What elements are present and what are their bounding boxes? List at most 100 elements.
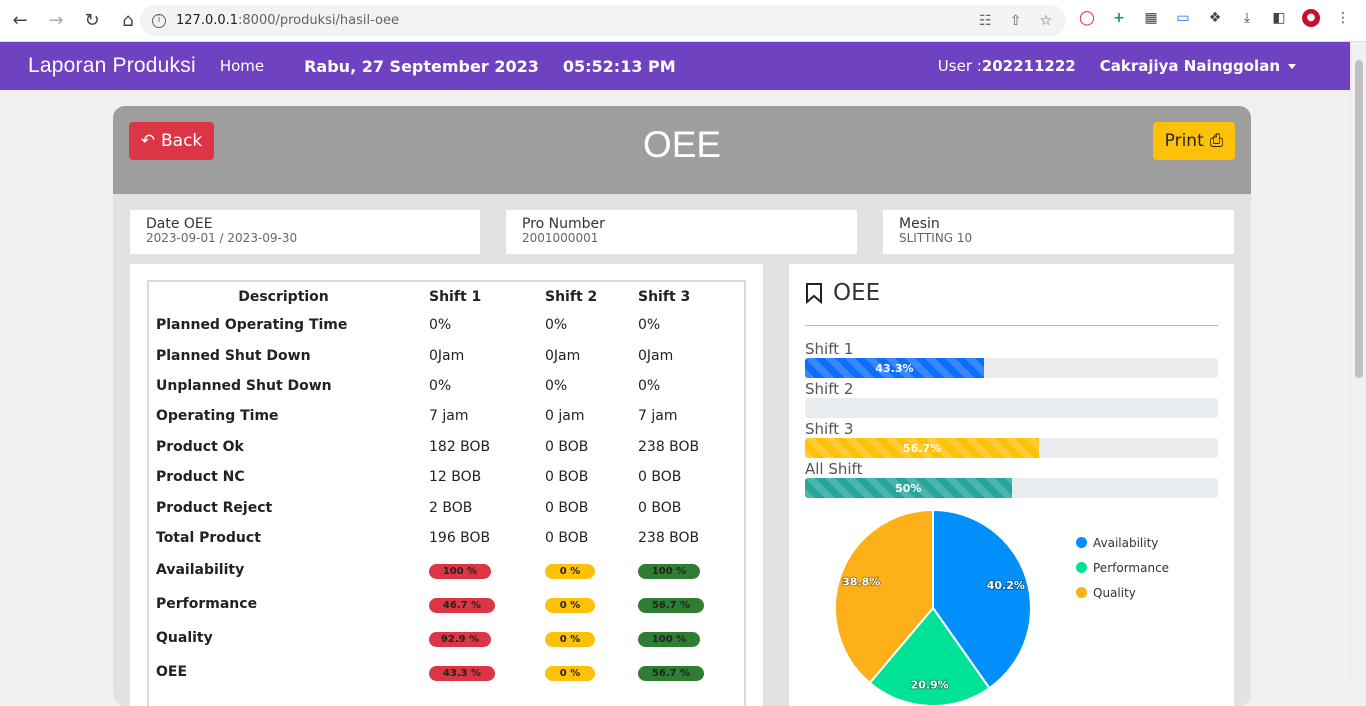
table-row: Quality 92.9 % 0 % 100 % xyxy=(156,621,748,655)
cell-value: 182 BOB xyxy=(429,438,491,455)
user-menu-toggle[interactable]: Cakrajiya Nainggolan xyxy=(1100,57,1296,75)
user-name: Cakrajiya Nainggolan xyxy=(1099,57,1280,75)
row-label: Availability xyxy=(156,562,245,579)
cell-value: 0% xyxy=(638,377,661,394)
pie-data-label: 20.9% xyxy=(911,678,949,691)
table-row: Planned Operating Time 0% 0% 0% xyxy=(156,310,748,340)
cell-value: 238 BOB xyxy=(638,529,700,546)
pro-number-value: 2001000001 xyxy=(522,231,599,245)
legend-marker xyxy=(1076,587,1087,598)
legend-label: Quality xyxy=(1093,585,1136,600)
cell-value: 0 BOB xyxy=(638,469,682,486)
pie-data-label: 38.8% xyxy=(842,576,880,589)
cell-value: 0 BOB xyxy=(545,529,589,546)
app-navbar: Laporan Produksi Home Rabu, 27 September… xyxy=(0,42,1366,90)
qr-extension-icon[interactable]: ▦ xyxy=(1142,9,1160,27)
progress-bar: 43.3% xyxy=(805,358,1218,378)
translate-icon[interactable]: ☷ xyxy=(979,13,992,29)
status-badge: 0 % xyxy=(545,597,595,613)
oee-pie-chart: 40.2% 20.9% 38.8% xyxy=(834,508,1032,706)
progress-fill: 56.7% xyxy=(805,438,1040,458)
badge-cell: 43.3 % xyxy=(429,655,545,689)
forward-arrow-icon[interactable]: → xyxy=(48,10,64,31)
badge-cell: 100 % xyxy=(638,621,748,655)
status-badge: 92.9 % xyxy=(429,631,491,647)
card-header: ↶ Back OEE Print ⎙ xyxy=(113,106,1251,194)
plus-extension-icon[interactable]: + xyxy=(1110,9,1128,27)
current-time: 05:52:13 PM xyxy=(562,56,676,76)
row-label: Planned Operating Time xyxy=(156,317,348,334)
cell-value: 7 jam xyxy=(638,408,678,425)
legend-item[interactable]: Availability xyxy=(1076,530,1169,555)
cell-value: 2 BOB xyxy=(429,499,473,516)
row-label: Product Ok xyxy=(156,438,244,455)
row-label: Operating Time xyxy=(156,408,279,425)
legend-item[interactable]: Performance xyxy=(1076,555,1169,580)
cell-value: 0 BOB xyxy=(545,438,589,455)
share-icon[interactable]: ⇧ xyxy=(1010,13,1022,29)
row-label: OEE xyxy=(156,664,188,681)
cell-value: 0% xyxy=(429,317,452,334)
badge-cell: 0 % xyxy=(545,553,638,587)
nav-home-link[interactable]: Home xyxy=(220,57,264,75)
url-text[interactable]: 127.0.0.1:8000/produksi/hasil-oee xyxy=(176,13,399,28)
cell-value: 12 BOB xyxy=(429,469,482,486)
chart-heading: OEE xyxy=(805,280,880,306)
pie-data-label: 40.2% xyxy=(987,579,1025,592)
reload-icon[interactable]: ↻ xyxy=(84,10,100,31)
sidepanel-icon[interactable]: ◧ xyxy=(1270,9,1288,27)
progress-bar xyxy=(805,398,1218,418)
progress-bar: 56.7% xyxy=(805,438,1218,458)
row-label: Performance xyxy=(156,596,258,613)
pro-number-box: Pro Number 2001000001 xyxy=(506,210,857,254)
cell-value: 0% xyxy=(638,317,661,334)
cell-value: 0 BOB xyxy=(545,499,589,516)
date-oee-box: Date OEE 2023-09-01 / 2023-09-30 xyxy=(130,210,480,254)
user-id: 202211222 xyxy=(981,57,1076,75)
cell-value: 0Jam xyxy=(429,347,465,364)
address-bar[interactable]: i 127.0.0.1:8000/produksi/hasil-oee ☷ ⇧ … xyxy=(140,5,1066,36)
status-badge: 56.7 % xyxy=(638,597,704,613)
cell-value: 0Jam xyxy=(638,347,674,364)
oee-table-card: Description Shift 1 Shift 2 Shift 3 Plan… xyxy=(130,264,763,706)
progress-label: All Shift xyxy=(805,460,863,478)
oee-table: Description Shift 1 Shift 2 Shift 3 Plan… xyxy=(156,284,748,689)
status-badge: 0 % xyxy=(545,563,595,579)
mesin-box: Mesin SLITTING 10 xyxy=(883,210,1234,254)
home-icon[interactable]: ⌂ xyxy=(120,10,136,31)
menu-dots-icon[interactable]: ⋮ xyxy=(1334,9,1352,27)
mesin-label: Mesin xyxy=(899,216,940,232)
cell-value: 0% xyxy=(429,377,452,394)
table-row: Operating Time 7 jam 0 jam 7 jam xyxy=(156,401,748,431)
divider xyxy=(805,325,1218,326)
doc-extension-icon[interactable]: ▭ xyxy=(1174,9,1192,27)
browser-toolbar: ← → ↻ ⌂ i 127.0.0.1:8000/produksi/hasil-… xyxy=(0,0,1366,42)
row-label: Product Reject xyxy=(156,499,273,516)
puzzle-icon[interactable]: ❖ xyxy=(1206,9,1224,27)
back-arrow-icon[interactable]: ← xyxy=(12,10,28,31)
badge-cell: 56.7 % xyxy=(638,655,748,689)
table-row: Total Product 196 BOB 0 BOB 238 BOB xyxy=(156,523,748,553)
table-row: Product Reject 2 BOB 0 BOB 0 BOB xyxy=(156,492,748,522)
scrollbar-thumb[interactable] xyxy=(1355,60,1363,378)
legend-item[interactable]: Quality xyxy=(1076,580,1169,605)
date-oee-label: Date OEE xyxy=(146,216,213,232)
legend-label: Availability xyxy=(1093,535,1159,550)
progress-label: Shift 2 xyxy=(805,380,854,398)
profile-avatar[interactable]: ● xyxy=(1302,9,1320,27)
info-icon[interactable]: i xyxy=(152,13,166,28)
cell-value: 0% xyxy=(545,317,568,334)
cell-value: 0 jam xyxy=(545,408,585,425)
print-button[interactable]: Print ⎙ xyxy=(1153,122,1235,160)
status-badge: 0 % xyxy=(545,631,595,647)
download-icon[interactable]: ⤓ xyxy=(1238,9,1256,27)
brand-title[interactable]: Laporan Produksi xyxy=(28,54,196,78)
pro-number-label: Pro Number xyxy=(522,216,605,232)
star-icon[interactable]: ☆ xyxy=(1039,13,1052,29)
status-badge: 46.7 % xyxy=(429,597,495,613)
cell-value: 0% xyxy=(545,377,568,394)
badge-cell: 46.7 % xyxy=(429,587,545,621)
page-scrollbar[interactable] xyxy=(1350,42,1366,684)
opera-extension-icon[interactable]: ◯ xyxy=(1078,9,1096,27)
status-badge: 56.7 % xyxy=(638,665,704,681)
